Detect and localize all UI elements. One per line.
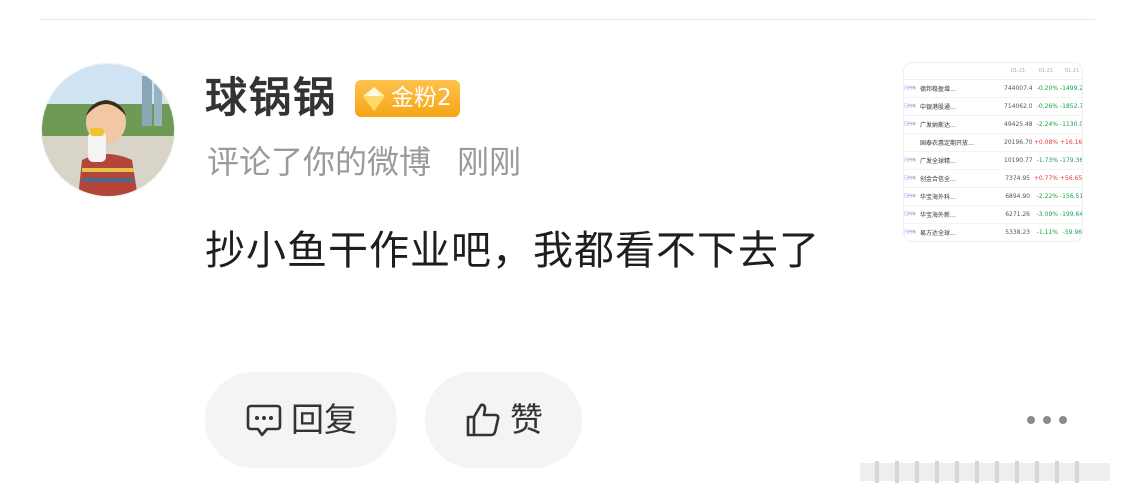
fund-change-amount: -1852.78 (1060, 97, 1082, 116)
fund-change-pct: -0.26% (1032, 97, 1060, 116)
more-dot (1043, 416, 1051, 424)
fund-value: 20196.70 (1004, 133, 1032, 152)
fund-table: 01-21 01-21 01-21 已持有德邦稳盈增…744007.47-0.2… (904, 63, 1082, 241)
fund-tag: 已持有 (904, 115, 920, 134)
comment-icon (246, 404, 282, 437)
fund-table-header-cell (972, 63, 1004, 80)
fund-name: 创金合信全… (920, 169, 1004, 188)
fund-tag: 已持有 (904, 205, 920, 224)
fund-value: 49425.48 (1004, 115, 1032, 134)
fund-change-pct: -0.20% (1032, 79, 1060, 98)
weibo-thumbnail[interactable]: 01-21 01-21 01-21 已持有德邦稳盈增…744007.47-0.2… (903, 62, 1083, 242)
username[interactable]: 球锅锅 (205, 72, 337, 124)
fund-name: 华宝海外新… (920, 205, 1004, 224)
like-button[interactable]: 赞 (425, 372, 582, 468)
fan-badge-label: 金粉2 (391, 85, 452, 111)
fund-name: 中银港股通… (920, 97, 1004, 116)
fund-row: 已持有中银港股通…714062.04-0.26%-1852.78 (904, 97, 1082, 116)
fund-change-pct: -2.22% (1032, 187, 1060, 206)
fund-change-pct: +0.77% (1032, 169, 1060, 188)
fund-row: 已持有德邦稳盈增…744007.47-0.20%-1499.29 (904, 79, 1082, 98)
fund-value: 10190.77 (1004, 151, 1032, 170)
fund-change-amount: +56.65 (1060, 169, 1082, 188)
fund-change-amount: -1499.29 (1060, 79, 1082, 98)
reply-label: 回复 (291, 400, 357, 439)
fund-change-amount: -179.36 (1060, 151, 1082, 170)
fund-change-pct: -2.24% (1032, 115, 1060, 134)
fund-tag: 已持有 (904, 151, 920, 170)
fund-row: 已持有 创金合信全… 7374.95 +0.77% +56.65 (904, 169, 1082, 188)
fan-badge[interactable]: 金粉2 (355, 80, 460, 117)
fund-table-header-cell (920, 63, 972, 80)
action-text: 评论了你的微博 (207, 143, 432, 181)
fund-table-header: 01-21 01-21 01-21 (904, 63, 1082, 80)
fund-change-amount: -156.51 (1060, 187, 1082, 206)
reply-button[interactable]: 回复 (205, 372, 397, 468)
gem-icon (363, 86, 385, 111)
fund-change-amount: -59.96 (1060, 223, 1082, 241)
fund-change-pct: -3.09% (1032, 205, 1060, 224)
fund-row: 已持有 易方达全球… 5338.23 -1.11% -59.96 (904, 223, 1082, 241)
fund-table-header-cell: 01-21 (1004, 63, 1032, 80)
fund-value: 6894.90 (1004, 187, 1032, 206)
fund-table-header-cell (904, 63, 920, 80)
fund-name: 华宝海外科… (920, 187, 1004, 206)
comment-meta: 评论了你的微博 刚刚 (207, 140, 521, 184)
fund-value: 5338.23 (1004, 223, 1032, 241)
watermark-bars (860, 461, 1110, 483)
fund-row: 已持有广发纳斯达…49425.48-2.24%-1130.06 (904, 115, 1082, 134)
fund-tag: 已持有 (904, 97, 920, 116)
fund-row: 已持有 华宝海外新… 6271.26 -3.09% -199.64 (904, 205, 1082, 224)
comment-text: 抄小鱼干作业吧，我都看不下去了 (205, 228, 820, 274)
fund-change-pct: -1.73% (1032, 151, 1060, 170)
more-dot (1027, 416, 1035, 424)
fund-change-amount: +16.16 (1060, 133, 1082, 152)
fund-name: 德邦稳盈增… (920, 79, 1004, 98)
like-label: 赞 (510, 400, 543, 439)
top-divider (40, 19, 1095, 20)
fund-tag: 已持有 (904, 187, 920, 206)
fund-value: 744007.47 (1004, 79, 1032, 98)
fund-change-pct: +0.08% (1032, 133, 1060, 152)
fund-name: 易方达全球… (920, 223, 1004, 241)
fund-tag (904, 133, 920, 152)
fund-table-header-cell: 01-21 (1032, 63, 1060, 80)
fund-table-header-cell: 01-21 (1060, 63, 1082, 80)
more-dot (1059, 416, 1067, 424)
fund-row: 已持有 华宝海外科… 6894.90 -2.22% -156.51 (904, 187, 1082, 206)
fund-change-amount: -1130.06 (1060, 115, 1082, 134)
fund-row: 国泰农惠定期开放… 20196.70 +0.08% +16.16 (904, 133, 1082, 152)
fund-value: 714062.04 (1004, 97, 1032, 116)
fund-value: 7374.95 (1004, 169, 1032, 188)
fund-tag: 已持有 (904, 223, 920, 241)
avatar[interactable] (41, 63, 175, 197)
fund-name: 国泰农惠定期开放… (920, 133, 1004, 152)
fund-tag: 已持有 (904, 79, 920, 98)
fund-change-pct: -1.11% (1032, 223, 1060, 241)
fund-row: 已持有 广发全球精… 10190.77 -1.73% -179.36 (904, 151, 1082, 170)
fund-name: 广发纳斯达… (920, 115, 1004, 134)
fund-tag: 已持有 (904, 169, 920, 188)
fund-name: 广发全球精… (920, 151, 1004, 170)
more-icon[interactable] (1027, 408, 1067, 432)
avatar-photo (42, 64, 174, 196)
timestamp: 刚刚 (457, 143, 522, 181)
fund-change-amount: -199.64 (1060, 205, 1082, 224)
fund-value: 6271.26 (1004, 205, 1032, 224)
thumbs-up-icon (466, 403, 500, 437)
